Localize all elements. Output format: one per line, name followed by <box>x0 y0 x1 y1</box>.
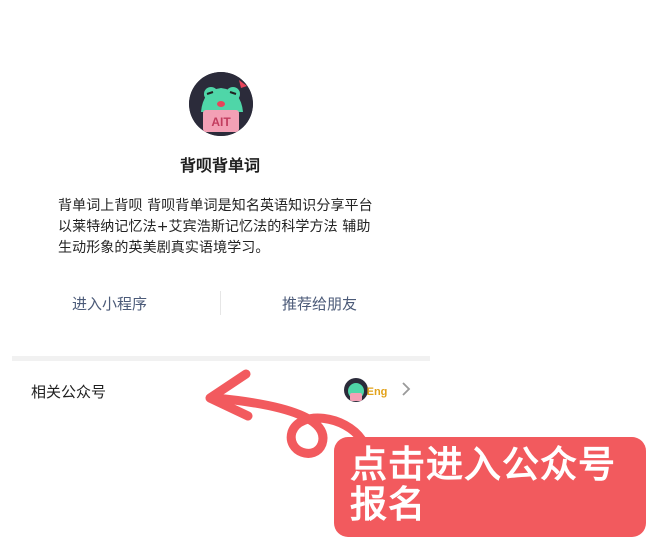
callout-text: 点击进入公众号报名 <box>350 443 616 526</box>
callout-banner: 点击进入公众号报名 <box>334 437 646 537</box>
